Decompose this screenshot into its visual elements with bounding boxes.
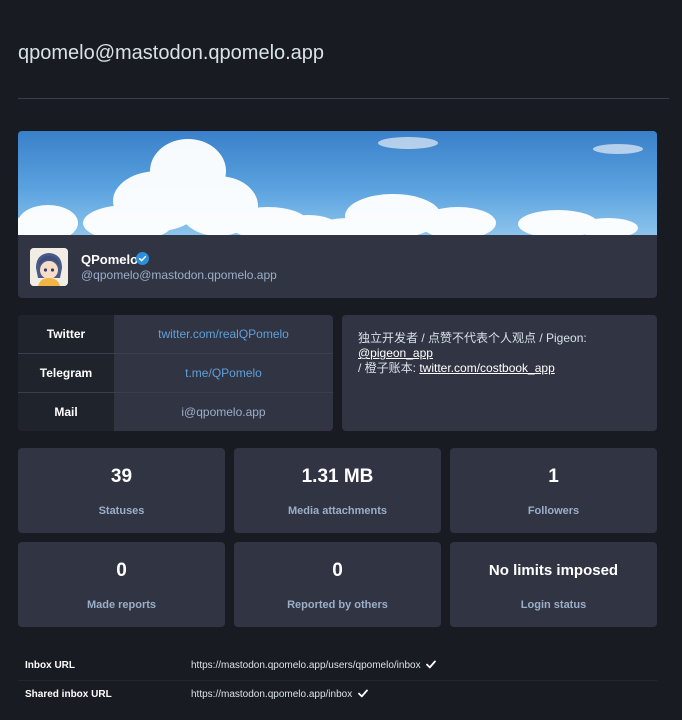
account-bio: 独立开发者 / 点赞不代表个人观点 / Pigeon: @pigeon_app … — [342, 315, 657, 431]
account-card[interactable]: QPomelo @qpomelo@mastodon.qpomelo.app — [18, 131, 657, 298]
field-value-link[interactable]: t.me/QPomelo — [114, 354, 333, 392]
stat-label: Login status — [520, 599, 587, 611]
check-icon — [426, 660, 437, 669]
field-value-link[interactable]: twitter.com/realQPomelo — [114, 315, 333, 353]
stat-label: Media attachments — [287, 505, 388, 517]
account-handle: @qpomelo@mastodon.qpomelo.app — [81, 268, 277, 282]
stat-card-made-reports[interactable]: 0 Made reports — [18, 542, 225, 627]
stat-card-reported-by-others[interactable]: 0 Reported by others — [234, 542, 441, 627]
profile-fields-table: Twitter twitter.com/realQPomelo Telegram… — [18, 315, 333, 431]
field-name: Telegram — [18, 354, 114, 392]
bio-link[interactable]: twitter.com/costbook_app — [419, 361, 554, 375]
info-label: Shared inbox URL — [25, 689, 112, 700]
check-icon — [358, 689, 368, 698]
stat-label: Reported by others — [287, 599, 388, 611]
stat-card-login-status: No limits imposed Login status — [450, 542, 657, 627]
stat-label: Followers — [527, 505, 580, 517]
profile-header-image — [18, 131, 657, 235]
field-value: i@qpomelo.app — [181, 405, 266, 419]
field-row: Mail i@qpomelo.app — [18, 392, 333, 431]
stat-value: 0 — [332, 560, 343, 581]
info-label: Inbox URL — [25, 660, 75, 671]
info-value-wrap: https://mastodon.qpomelo.app/inbox — [191, 689, 368, 700]
stat-card-followers[interactable]: 1 Followers — [450, 448, 657, 533]
display-name[interactable]: QPomelo — [81, 252, 138, 267]
bio-link[interactable]: @pigeon_app — [358, 346, 433, 360]
bio-text: 独立开发者 / 点赞不代表个人观点 / Pigeon: — [358, 331, 587, 345]
info-row-shared-inbox-url: Shared inbox URL https://mastodon.qpomel… — [18, 680, 657, 709]
stat-label: Statuses — [98, 505, 145, 517]
avatar[interactable] — [30, 248, 68, 286]
info-row-inbox-url: Inbox URL https://mastodon.qpomelo.app/u… — [18, 651, 657, 681]
bio-text: / 橙子账本: — [358, 361, 420, 375]
page-title: qpomelo@mastodon.qpomelo.app — [18, 42, 325, 64]
info-value-wrap: https://mastodon.qpomelo.app/users/qpome… — [191, 660, 437, 671]
stat-value: No limits imposed — [488, 562, 619, 579]
field-row: Telegram t.me/QPomelo — [18, 353, 333, 392]
stat-value: 39 — [110, 466, 133, 487]
info-value: https://mastodon.qpomelo.app/users/qpome… — [191, 660, 421, 671]
stat-value: 1 — [548, 466, 559, 487]
stat-value: 0 — [116, 560, 127, 581]
verified-badge-icon — [136, 252, 149, 265]
info-value: https://mastodon.qpomelo.app/inbox — [191, 689, 353, 700]
stat-card-statuses[interactable]: 39 Statuses — [18, 448, 225, 533]
title-divider — [18, 98, 669, 99]
field-name: Mail — [18, 393, 114, 431]
field-name: Twitter — [18, 315, 114, 353]
field-row: Twitter twitter.com/realQPomelo — [18, 315, 333, 353]
stat-label: Made reports — [86, 599, 157, 611]
stat-value: 1.31 MB — [301, 466, 374, 487]
stat-card-media[interactable]: 1.31 MB Media attachments — [234, 448, 441, 533]
